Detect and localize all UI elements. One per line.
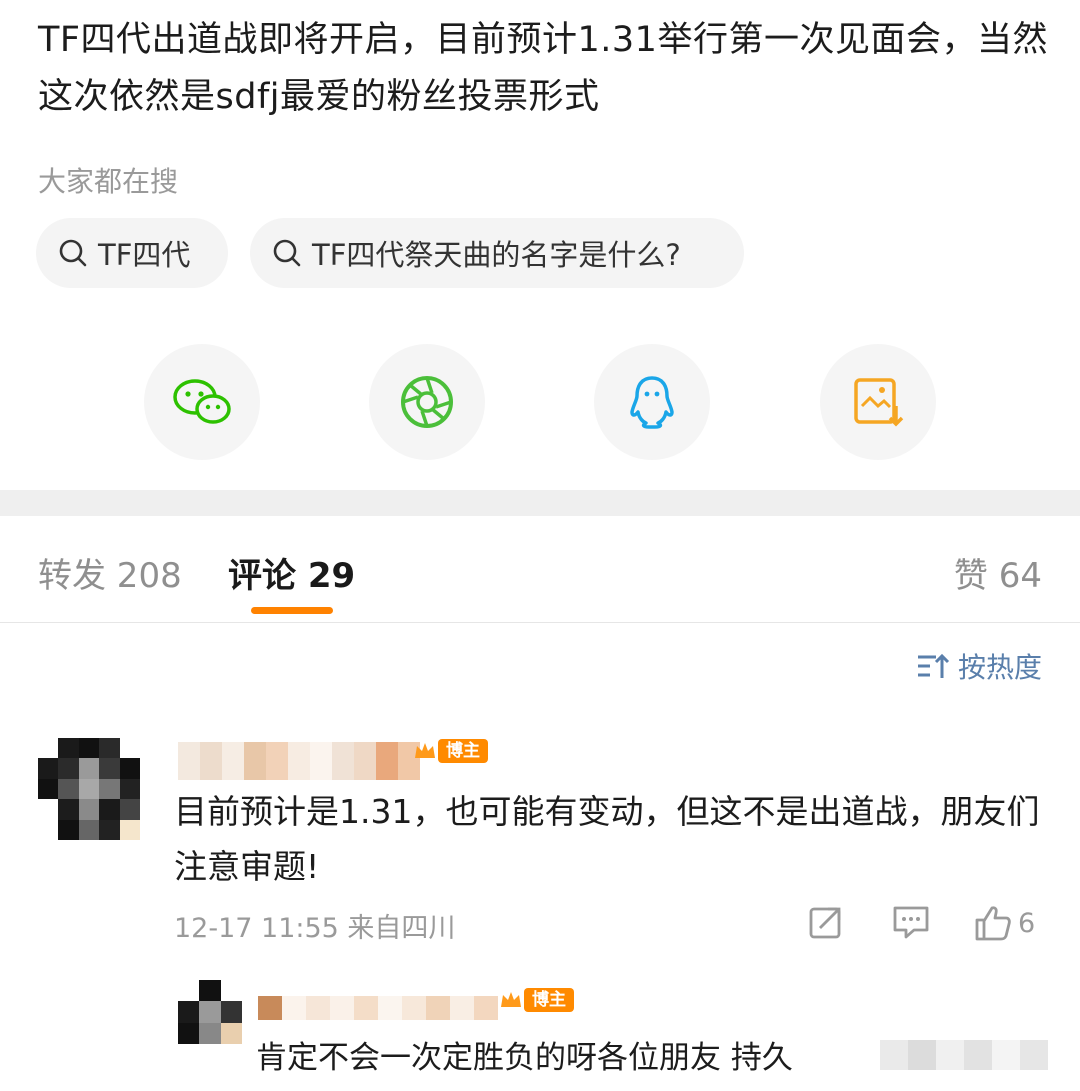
sort-icon (917, 653, 950, 678)
reply-text: 肯定不会一次定胜负的呀各位朋友 持久 (256, 1040, 793, 1076)
tab-repost[interactable]: 转发 208 (38, 548, 182, 597)
active-tab-indicator (251, 607, 333, 614)
qq-icon (630, 376, 674, 429)
username-blurred[interactable] (178, 742, 420, 780)
section-divider (0, 490, 1080, 516)
share-wechat-button[interactable] (144, 344, 260, 460)
reply-blogger-badge: 博主 (498, 987, 574, 1013)
search-chip-tf4[interactable]: TF四代 (36, 218, 228, 288)
share-qq-button[interactable] (594, 344, 710, 460)
avatar[interactable] (38, 738, 140, 840)
blogger-badge: 博主 (412, 738, 488, 764)
post-text: TF四代出道战即将开启，目前预计1.31举行第一次见面会，当然这次依然是sdfj… (38, 20, 1048, 117)
comment-share-button[interactable] (808, 904, 844, 940)
search-chip-label: TF四代祭天曲的名字是什么? (312, 238, 681, 272)
reply-username-blurred[interactable] (258, 996, 498, 1020)
trending-search-label: 大家都在搜 (38, 165, 179, 198)
moments-icon (401, 376, 453, 428)
reply-badge-label: 博主 (524, 988, 574, 1012)
sort-button[interactable]: 按热度 (916, 646, 1042, 686)
search-chip-song[interactable]: TF四代祭天曲的名字是什么? (250, 218, 744, 288)
search-icon (273, 239, 301, 267)
save-image-icon (854, 378, 904, 427)
crown-icon (501, 992, 521, 1007)
thumbs-up-icon (975, 906, 1011, 941)
search-chip-label: TF四代 (98, 238, 191, 272)
search-icon (59, 239, 87, 267)
tab-comments[interactable]: 评论 29 (228, 548, 355, 597)
wechat-icon (173, 379, 231, 424)
crown-icon (415, 743, 435, 758)
reply-avatar[interactable] (178, 980, 242, 1044)
like-count: 6 (1018, 907, 1036, 939)
share-moments-button[interactable] (369, 344, 485, 460)
tab-likes[interactable]: 赞 64 (954, 548, 1042, 597)
save-image-button[interactable] (820, 344, 936, 460)
tab-divider (0, 622, 1080, 623)
sort-label: 按热度 (957, 651, 1042, 684)
watermark-overlay (880, 1040, 1048, 1070)
share-icon (809, 907, 841, 939)
blogger-badge-label: 博主 (438, 739, 488, 763)
comment-icon (893, 906, 929, 939)
comment-meta: 12-17 11:55 来自四川 (174, 913, 456, 944)
comment-reply-button[interactable] (892, 904, 930, 940)
comment-text: 目前预计是1.31，也可能有变动，但这不是出道战，朋友们注意审题! (174, 792, 1040, 886)
comment-like-button[interactable]: 6 (974, 904, 1035, 942)
